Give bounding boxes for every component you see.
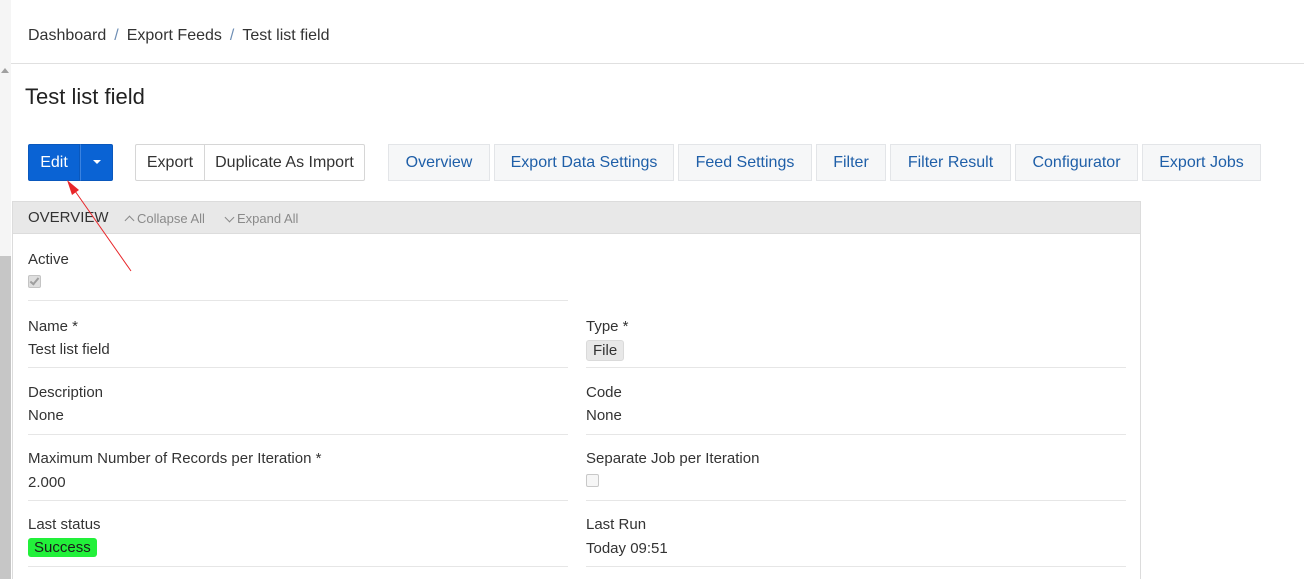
caret-down-icon — [92, 159, 101, 164]
status-badge: Success — [28, 538, 97, 557]
field-value: None — [586, 407, 622, 424]
field-label: Type * — [586, 318, 629, 335]
tab-filter[interactable]: Filter — [816, 144, 886, 181]
expand-all-label: Expand All — [237, 211, 299, 226]
separate-job-checkbox — [586, 474, 599, 487]
field-divider — [28, 566, 568, 567]
field-last-status: Last status Success — [28, 516, 568, 567]
field-description: Description None — [28, 384, 568, 435]
breadcrumb-export-feeds[interactable]: Export Feeds — [127, 27, 222, 44]
breadcrumb-dashboard[interactable]: Dashboard — [28, 27, 106, 44]
field-last-run: Last Run Today 09:51 — [586, 516, 1126, 567]
field-max-records: Maximum Number of Records per Iteration … — [28, 450, 568, 501]
chevron-down-icon — [224, 212, 235, 223]
edit-dropdown-button[interactable] — [80, 144, 113, 181]
chevron-up-icon — [124, 215, 135, 226]
duplicate-as-import-button[interactable]: Duplicate As Import — [204, 144, 365, 181]
panel-header: OVERVIEW Collapse All Expand All — [13, 202, 1140, 234]
field-label: Description — [28, 384, 104, 401]
field-type: Type * File — [586, 318, 1126, 368]
field-divider — [586, 566, 1126, 567]
scrollbar-thumb[interactable] — [0, 256, 11, 579]
expand-all-link[interactable]: Expand All — [224, 211, 299, 226]
scroll-up-arrow-icon[interactable] — [1, 68, 9, 73]
collapse-all-label: Collapse All — [137, 211, 205, 226]
field-divider — [28, 500, 568, 501]
tab-filter-result[interactable]: Filter Result — [890, 144, 1011, 181]
tab-export-data-settings[interactable]: Export Data Settings — [494, 144, 674, 181]
field-value: Today 09:51 — [586, 540, 668, 557]
field-label: Last status — [28, 516, 101, 533]
breadcrumb: Dashboard / Export Feeds / Test list field — [28, 27, 329, 45]
field-divider — [28, 367, 568, 368]
breadcrumb-separator: / — [229, 27, 235, 44]
panel-title: OVERVIEW — [28, 209, 109, 226]
field-label: Separate Job per Iteration — [586, 450, 760, 467]
field-divider — [586, 434, 1126, 435]
active-checkbox — [28, 275, 41, 288]
left-scrollbar[interactable] — [0, 0, 11, 579]
type-badge: File — [586, 340, 625, 361]
field-value: 2.000 — [28, 474, 66, 491]
field-code: Code None — [586, 384, 1126, 435]
breadcrumb-current: Test list field — [242, 27, 330, 44]
field-active: Active — [28, 251, 568, 301]
field-label: Name * — [28, 318, 79, 335]
field-divider — [586, 367, 1126, 368]
collapse-all-link[interactable]: Collapse All — [124, 211, 205, 226]
tab-feed-settings[interactable]: Feed Settings — [678, 144, 812, 181]
field-divider — [28, 300, 568, 301]
tab-export-jobs[interactable]: Export Jobs — [1142, 144, 1261, 181]
tab-overview[interactable]: Overview — [388, 144, 490, 181]
page-title: Test list field — [25, 84, 145, 109]
field-value: Test list field — [28, 341, 110, 358]
field-label: Last Run — [586, 516, 647, 533]
tab-configurator[interactable]: Configurator — [1015, 144, 1138, 181]
export-button[interactable]: Export — [135, 144, 205, 181]
field-label: Maximum Number of Records per Iteration … — [28, 450, 322, 467]
field-divider — [28, 434, 568, 435]
field-label: Code — [586, 384, 622, 401]
edit-button[interactable]: Edit — [28, 144, 80, 181]
annotation-arrowhead-icon — [67, 180, 79, 195]
field-label: Active — [28, 251, 69, 268]
field-value: None — [28, 407, 64, 424]
field-name: Name * Test list field — [28, 318, 568, 368]
breadcrumb-separator: / — [114, 27, 119, 44]
field-divider — [586, 500, 1126, 501]
top-bar: Dashboard / Export Feeds / Test list field — [11, 0, 1304, 64]
field-separate-job: Separate Job per Iteration — [586, 450, 1126, 501]
